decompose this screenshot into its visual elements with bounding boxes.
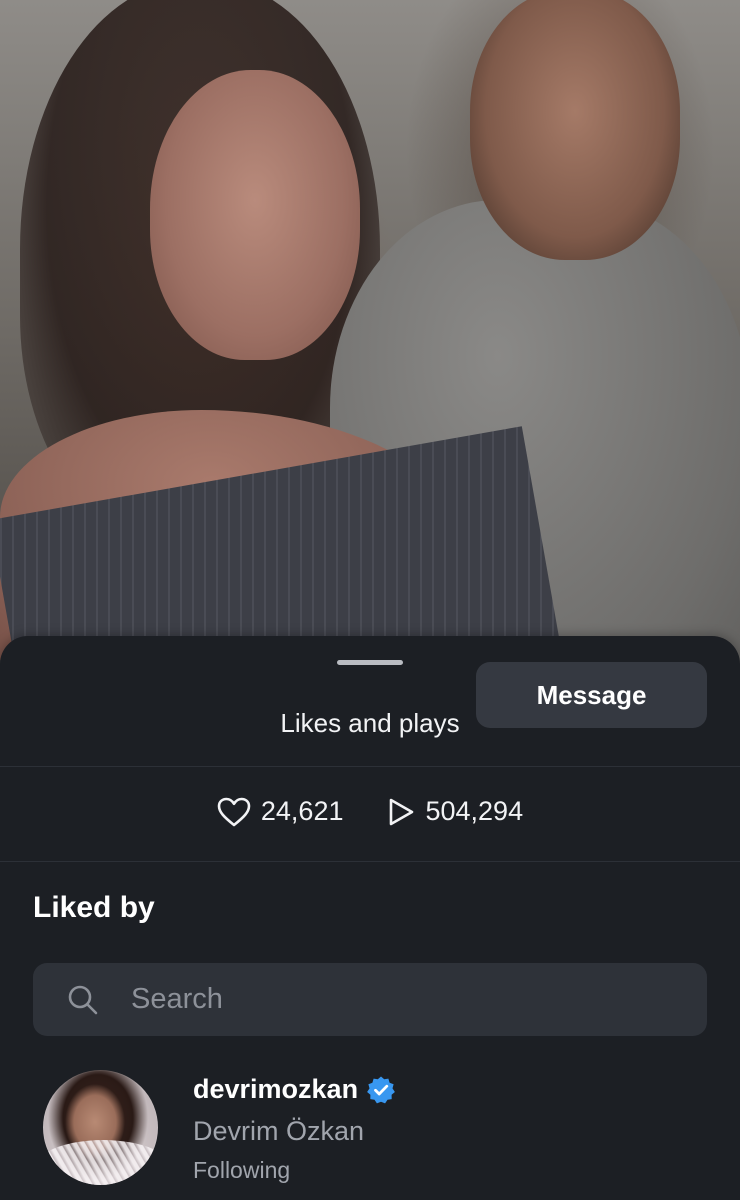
username-text: devrimozkan [193, 1074, 359, 1104]
verified-badge-icon [367, 1076, 395, 1103]
stats-row: 24,621 504,294 [0, 796, 740, 827]
message-button[interactable]: Message [476, 662, 707, 728]
post-photo [0, 0, 740, 720]
plays-count: 504,294 [387, 796, 523, 827]
sheet-grabber[interactable] [337, 660, 403, 665]
search-icon [65, 982, 101, 1018]
search-bar[interactable] [33, 963, 707, 1036]
likes-value: 24,621 [260, 796, 344, 826]
avatar-feathers [43, 1140, 158, 1185]
divider [0, 861, 740, 862]
photo-woman-face [150, 70, 360, 360]
follow-status: Following [193, 1157, 291, 1183]
user-row[interactable]: devrimozkan Devrim Özkan Following [0, 1068, 740, 1193]
play-icon [390, 798, 414, 825]
search-input[interactable] [129, 982, 673, 1017]
divider [0, 766, 740, 767]
heart-icon [217, 797, 251, 826]
plays-value: 504,294 [425, 796, 524, 826]
photo-man-head [470, 0, 680, 260]
username[interactable]: devrimozkan [193, 1074, 396, 1105]
likes-count: 24,621 [217, 796, 344, 827]
liked-by-heading: Liked by [33, 891, 155, 924]
user-full-name: Devrim Özkan [193, 1116, 365, 1146]
avatar[interactable] [43, 1070, 158, 1185]
